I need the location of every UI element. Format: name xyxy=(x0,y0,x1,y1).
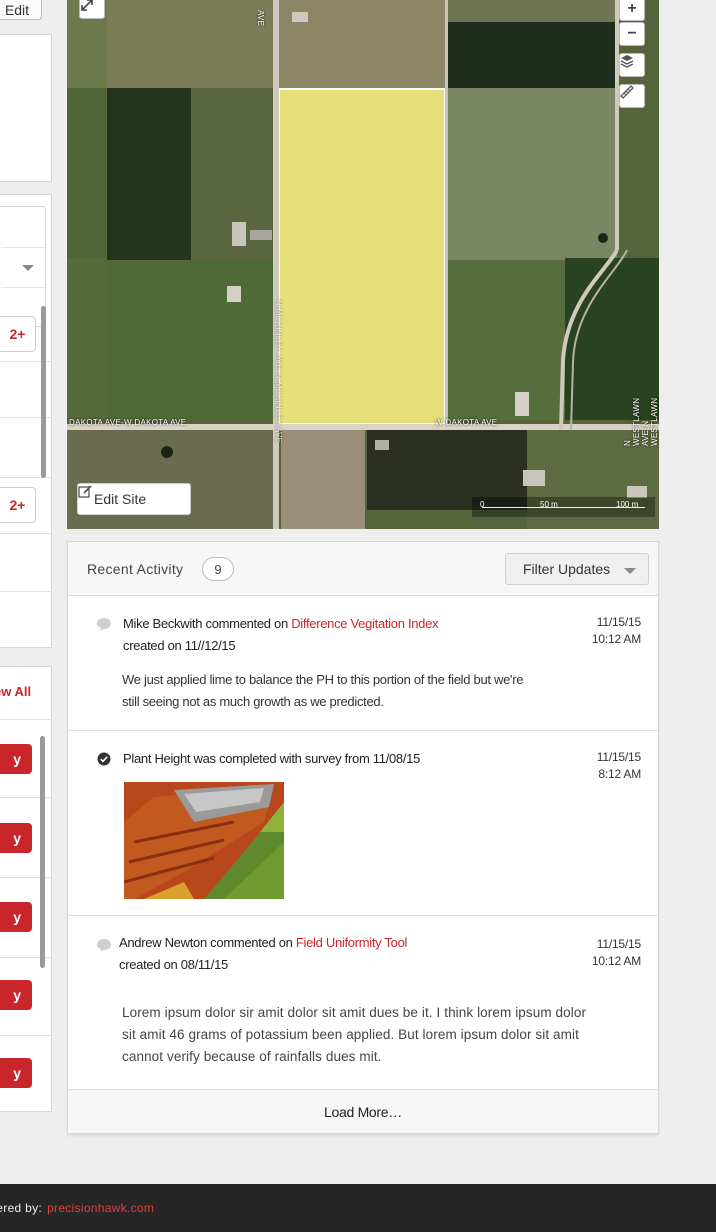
activity-item-survey: Plant Height was completed with survey f… xyxy=(68,731,658,916)
activity-date: 11/15/15 xyxy=(596,750,641,764)
zoom-out-button[interactable]: − xyxy=(619,22,645,46)
created-date: created on 08/11/15 xyxy=(119,957,228,972)
activity-timestamp: 11/15/15 10:12 AM xyxy=(592,614,641,648)
activity-timestamp: 11/15/15 8:12 AM xyxy=(597,749,641,783)
filter-updates-dropdown[interactable]: Filter Updates xyxy=(505,553,649,585)
task-action-button[interactable]: y xyxy=(0,823,32,853)
activity-item-heading: Andrew Newton commented on Field Uniform… xyxy=(119,932,407,954)
activity-header: Recent Activity 9 Filter Updates xyxy=(68,542,658,596)
filter-updates-label: Filter Updates xyxy=(523,561,611,577)
left-sidebar: Edit 2+ 2+ ew All y y y y y xyxy=(0,0,52,1120)
map-scale-bar: 0 50 m 100 m xyxy=(472,497,655,517)
task-action-button[interactable]: y xyxy=(0,1058,32,1088)
comment-icon xyxy=(97,939,111,952)
edit-icon xyxy=(78,485,92,498)
action-text: commented on xyxy=(202,616,292,631)
comment-icon xyxy=(97,618,111,631)
created-date: created on 11//12/15 xyxy=(123,638,236,653)
load-more-button[interactable]: Load More… xyxy=(68,1089,658,1133)
activity-item-heading: Mike Beckwith commented on Difference Ve… xyxy=(123,613,439,635)
precisionhawk-link[interactable]: precisionhawk.com xyxy=(47,1201,154,1215)
scale-zero: 0 xyxy=(480,500,485,509)
plant-height-thumbnail[interactable] xyxy=(124,782,284,899)
count-badge-a[interactable]: 2+ xyxy=(0,316,36,352)
road-label-westlawn: N WESTLAWN AVE-N WESTLAWN AVE xyxy=(623,397,659,446)
activity-date: 11/15/15 xyxy=(596,937,641,951)
road-label-dakota: DAKOTA AVE-W DAKOTA AVE xyxy=(69,418,187,427)
action-text: commented on xyxy=(206,935,296,950)
tool-link[interactable]: Difference Vegitation Index xyxy=(291,616,438,631)
left-panel-top xyxy=(0,34,52,182)
activity-timestamp: 11/15/15 10:12 AM xyxy=(592,936,641,970)
view-all-link[interactable]: ew All xyxy=(0,684,31,699)
layers-icon[interactable] xyxy=(619,53,645,77)
activity-date: 11/15/15 xyxy=(596,615,641,629)
chevron-down-icon[interactable] xyxy=(22,265,34,271)
activity-count-badge: 9 xyxy=(202,557,234,581)
ruler-icon[interactable] xyxy=(619,84,645,108)
task-action-button[interactable]: y xyxy=(0,980,32,1010)
comment-body: Lorem ipsum dolor sir amit dolor sit ami… xyxy=(122,1002,586,1068)
task-action-button[interactable]: y xyxy=(0,902,32,932)
dropdown-menu[interactable] xyxy=(0,206,47,327)
comment-line: We just applied lime to balance the PH t… xyxy=(122,672,524,687)
activity-title: Recent Activity xyxy=(87,561,184,577)
comment-line: cannot verify because of rainfalls dues … xyxy=(122,1049,382,1064)
activity-item-comment: Mike Beckwith commented on Difference Ve… xyxy=(68,596,658,731)
activity-item-comment: Andrew Newton commented on Field Uniform… xyxy=(68,916,658,1089)
comment-body: We just applied lime to balance the PH t… xyxy=(122,669,523,713)
author-name: Andrew Newton xyxy=(119,935,207,950)
survey-heading: Plant Height was completed with survey f… xyxy=(123,751,421,766)
author-name: Mike Beckwith xyxy=(123,616,203,631)
activity-time: 8:12 AM xyxy=(598,767,641,781)
comment-line: sit amit 46 grams of potassium been appl… xyxy=(122,1027,579,1042)
zoom-in-button[interactable]: + xyxy=(619,0,645,21)
activity-time: 10:12 AM xyxy=(591,954,641,968)
comment-line: still seeing not as much growth as we pr… xyxy=(122,694,384,709)
chevron-down-icon xyxy=(624,568,636,574)
powered-by-label: vered by: xyxy=(0,1201,43,1215)
scale-mid: 50 m xyxy=(540,500,558,509)
activity-time: 10:12 AM xyxy=(591,632,641,646)
satellite-map[interactable]: DAKOTA AVE-W DAKOTA AVE W DAKOTA AVE AVE… xyxy=(67,0,659,529)
road-label-dakota-east: W DAKOTA AVE xyxy=(435,418,498,427)
map-imagery xyxy=(67,0,659,529)
edit-site-label: Edit Site xyxy=(94,491,147,507)
footer: vered by: precisionhawk.com xyxy=(0,1184,716,1232)
recent-activity-panel: Recent Activity 9 Filter Updates Mike Be… xyxy=(67,541,659,1134)
edit-site-button[interactable]: Edit Site xyxy=(77,483,191,515)
task-action-button[interactable]: y xyxy=(0,744,32,774)
left-scrollbar[interactable] xyxy=(41,306,46,478)
count-badge-b[interactable]: 2+ xyxy=(0,487,36,523)
road-label-mckinley: N MCKINLEY AVE-N MCKINLEY AVE xyxy=(274,300,283,444)
edit-button[interactable]: Edit xyxy=(0,0,42,20)
tasks-scrollbar[interactable] xyxy=(40,736,45,968)
tool-link[interactable]: Field Uniformity Tool xyxy=(296,935,408,950)
comment-line: Lorem ipsum dolor sir amit dolor sit ami… xyxy=(122,1005,587,1020)
road-label-vertical: AVE xyxy=(256,10,265,27)
scale-end: 100 m xyxy=(616,500,639,509)
check-circle-icon xyxy=(97,752,111,766)
fullscreen-icon[interactable] xyxy=(79,0,105,19)
